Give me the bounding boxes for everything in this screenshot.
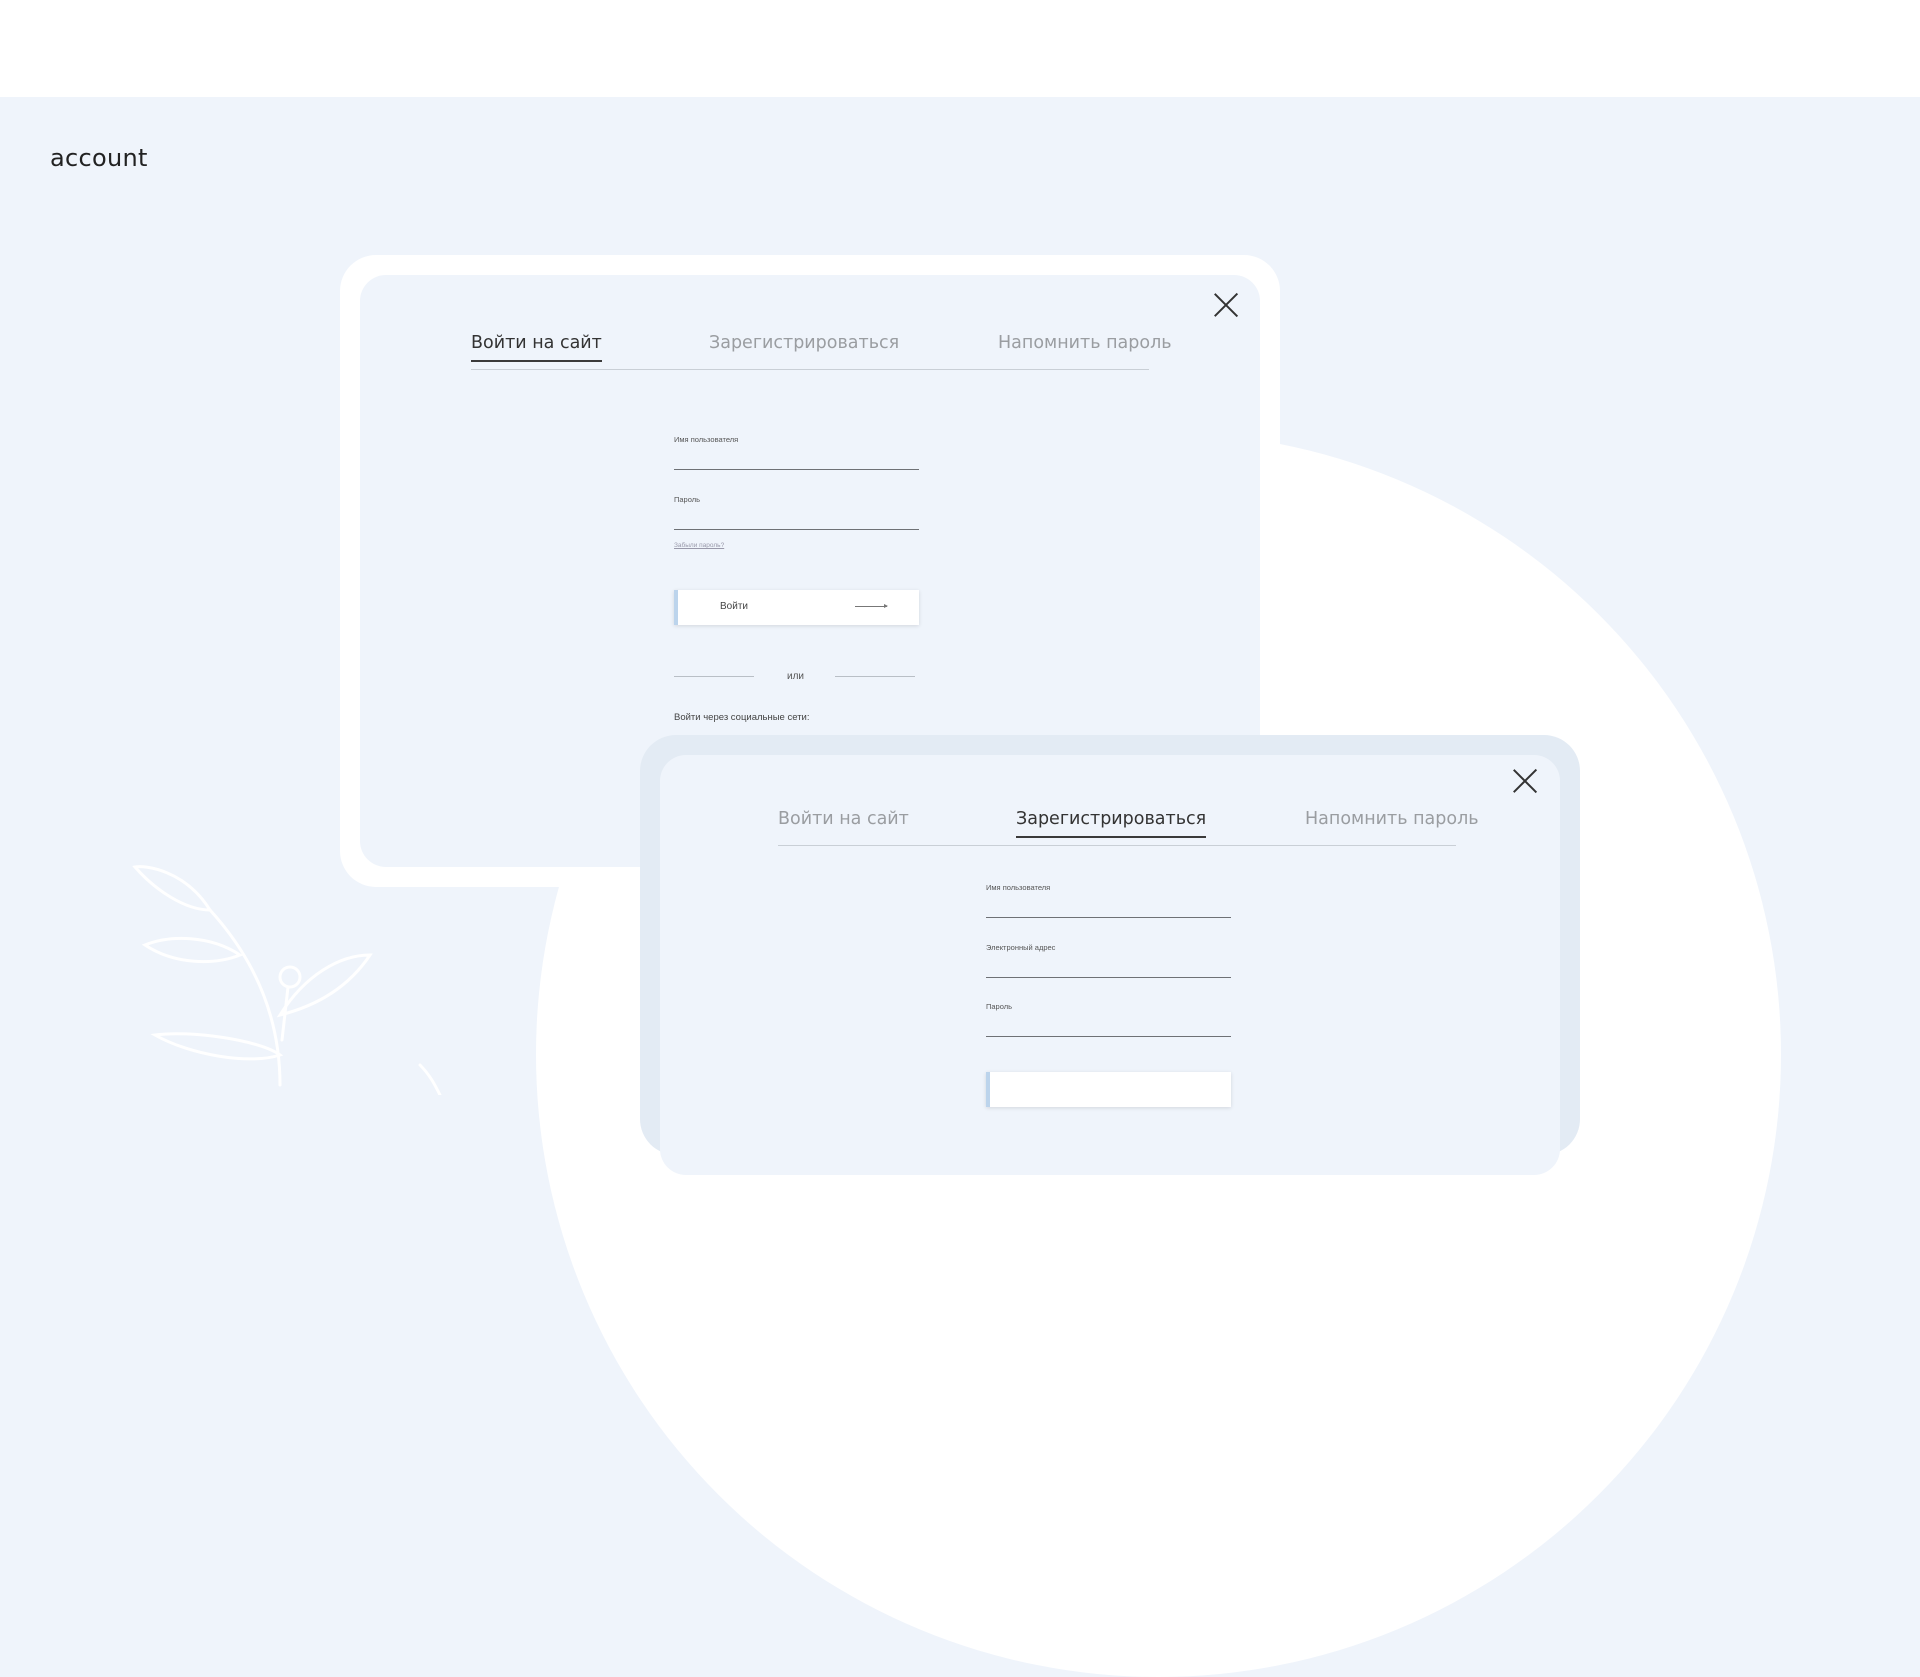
- forgot-password-link[interactable]: Забыли пароль?: [674, 542, 724, 549]
- tab-register[interactable]: Зарегистрироваться: [709, 333, 899, 360]
- register-username-label: Имя пользователя: [986, 883, 1051, 892]
- arrow-right-icon: [855, 604, 888, 608]
- login-submit-label: Войти: [720, 601, 748, 612]
- close-icon[interactable]: [1511, 767, 1539, 795]
- register-window: Войти на сайт Зарегистрироваться Напомни…: [640, 735, 1580, 1175]
- register-password-label: Пароль: [986, 1002, 1013, 1011]
- tab-register[interactable]: Зарегистрироваться: [1016, 809, 1207, 838]
- social-login-text: Войти через социальные сети:: [674, 712, 810, 723]
- top-header-bar: [0, 0, 1920, 97]
- section-title: account: [50, 144, 148, 172]
- register-tabs: Войти на сайт Зарегистрироваться Напомни…: [778, 809, 1479, 846]
- login-submit-button[interactable]: Войти: [674, 590, 919, 625]
- register-email-field[interactable]: Электронный адрес: [986, 933, 1231, 978]
- username-label: Имя пользователя: [674, 435, 739, 444]
- login-tabs: Войти на сайт Зарегистрироваться Напомни…: [471, 333, 1172, 370]
- password-field[interactable]: Пароль: [674, 485, 919, 530]
- register-submit-button[interactable]: [986, 1072, 1231, 1107]
- register-username-field[interactable]: Имя пользователя: [986, 873, 1231, 918]
- tab-remind-password[interactable]: Напомнить пароль: [1305, 809, 1479, 836]
- or-separator: или: [787, 671, 805, 682]
- leaf-decoration-icon: [132, 865, 442, 1095]
- close-icon[interactable]: [1212, 291, 1240, 319]
- register-password-field[interactable]: Пароль: [986, 992, 1231, 1037]
- divider-right: [835, 676, 915, 677]
- register-email-label: Электронный адрес: [986, 943, 1056, 952]
- password-label: Пароль: [674, 495, 701, 504]
- divider-left: [674, 676, 754, 677]
- tab-login[interactable]: Войти на сайт: [471, 333, 602, 362]
- tab-login[interactable]: Войти на сайт: [778, 809, 909, 836]
- username-field[interactable]: Имя пользователя: [674, 425, 919, 470]
- register-panel: Войти на сайт Зарегистрироваться Напомни…: [660, 755, 1560, 1175]
- tab-remind-password[interactable]: Напомнить пароль: [998, 333, 1172, 360]
